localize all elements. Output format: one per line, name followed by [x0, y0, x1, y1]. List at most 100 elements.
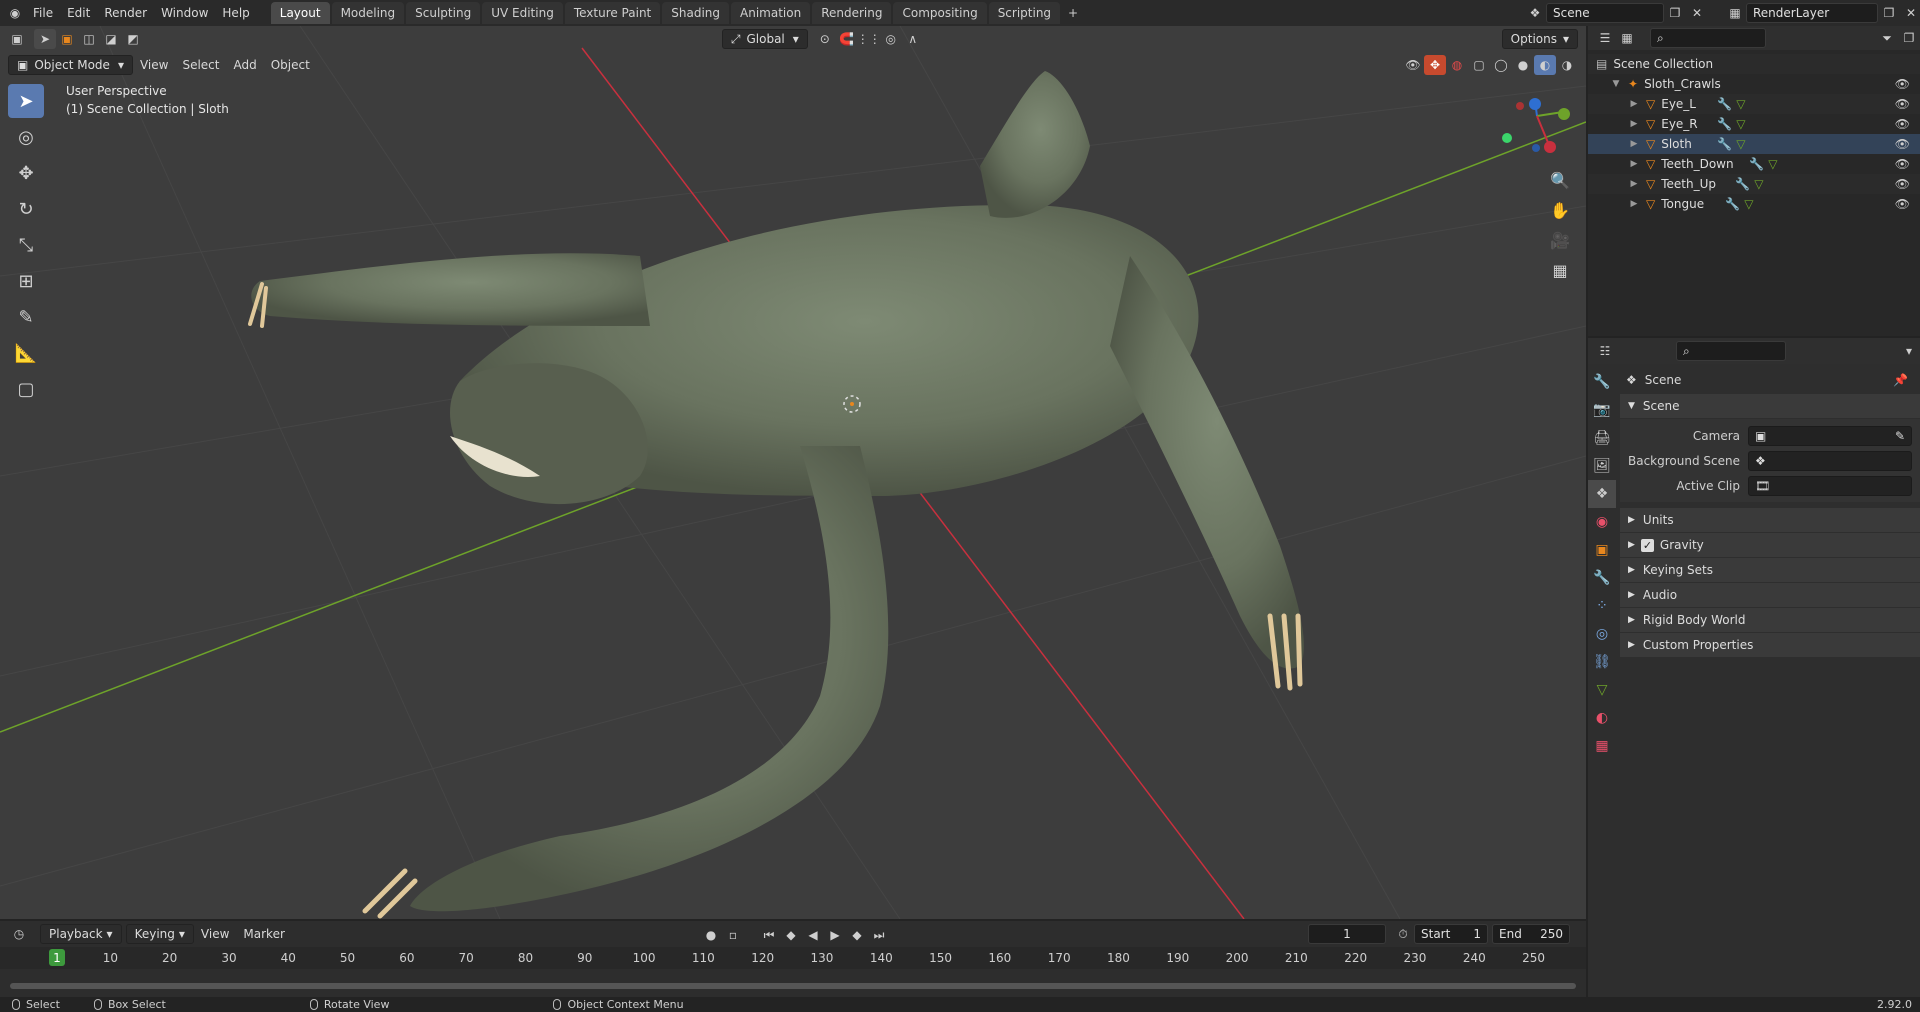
- add-workspace-button[interactable]: +: [1062, 3, 1084, 23]
- eye-icon[interactable]: 👁: [1895, 117, 1910, 131]
- new-collection-icon[interactable]: ❐: [1898, 28, 1920, 48]
- proportional-edit-icon[interactable]: ◎: [880, 29, 902, 49]
- gravity-checkbox[interactable]: ✓: [1640, 538, 1654, 552]
- particles-tab-icon[interactable]: ⁘: [1588, 592, 1616, 620]
- xray-icon[interactable]: ▢: [1468, 55, 1490, 75]
- view-layer-tab-icon[interactable]: 🖼: [1588, 452, 1616, 480]
- scene-selector-icon[interactable]: ❖: [1524, 3, 1546, 23]
- camera-view-icon[interactable]: 🎥: [1546, 226, 1574, 254]
- viewport-canvas[interactable]: [0, 26, 1586, 919]
- select-box-tool-icon[interactable]: ➤: [8, 84, 44, 118]
- move-tool-icon[interactable]: ✥: [8, 156, 44, 190]
- jump-keyframe-back-icon[interactable]: ◆: [780, 925, 802, 945]
- menu-select[interactable]: Select: [175, 52, 226, 78]
- tab-animation[interactable]: Animation: [731, 2, 811, 24]
- custom-properties-panel-header[interactable]: ▶ Custom Properties: [1620, 633, 1920, 657]
- outliner-item-sloth[interactable]: ▶ ▽ Sloth 🔧 ▽ 👁: [1588, 134, 1920, 154]
- pan-icon[interactable]: ✋: [1546, 196, 1574, 224]
- snap-target-icon[interactable]: ⋮⋮: [857, 29, 881, 49]
- solid-shading-icon[interactable]: ●: [1512, 55, 1534, 75]
- expand-arrow-icon[interactable]: ▼: [1610, 79, 1622, 89]
- outliner-editor-icon[interactable]: ☰: [1594, 28, 1616, 48]
- eye-icon[interactable]: 👁: [1895, 77, 1910, 91]
- outliner-item-tongue[interactable]: ▶ ▽ Tongue 🔧 ▽ 👁: [1588, 194, 1920, 214]
- measure-tool-icon[interactable]: 📐: [8, 336, 44, 370]
- perspective-toggle-icon[interactable]: ▦: [1546, 256, 1574, 284]
- camera-field[interactable]: ▣ ✎: [1748, 425, 1912, 446]
- tab-modeling[interactable]: Modeling: [331, 2, 405, 24]
- outliner-item-teeth-down[interactable]: ▶ ▽ Teeth_Down 🔧 ▽ 👁: [1588, 154, 1920, 174]
- menu-file[interactable]: File: [26, 0, 60, 26]
- snap-icon[interactable]: 🧲: [836, 29, 858, 49]
- visibility-icon[interactable]: 👁: [1402, 55, 1424, 75]
- active-clip-field[interactable]: 🎞: [1748, 475, 1912, 496]
- subtract-mode-icon[interactable]: ◪: [100, 29, 122, 49]
- start-frame-field[interactable]: Start 1: [1414, 924, 1488, 944]
- outliner-search-input[interactable]: ⌕: [1650, 28, 1766, 48]
- current-frame-field[interactable]: 1: [1308, 924, 1386, 944]
- data-tab-icon[interactable]: ▽: [1588, 676, 1616, 704]
- tool-tab-icon[interactable]: 🔧: [1588, 368, 1616, 396]
- timeline-editor-icon[interactable]: ◷: [8, 924, 30, 944]
- menu-add[interactable]: Add: [226, 52, 263, 78]
- cursor-tool-icon[interactable]: ◎: [8, 120, 44, 154]
- delete-layer-icon[interactable]: ✕: [1900, 3, 1920, 23]
- editor-type-icon[interactable]: ▣: [6, 29, 28, 49]
- mode-dropdown[interactable]: ▣ Object Mode ▾: [8, 55, 133, 75]
- constraints-tab-icon[interactable]: ⛓: [1588, 648, 1616, 676]
- outliner-item-teeth-up[interactable]: ▶ ▽ Teeth_Up 🔧 ▽ 👁: [1588, 174, 1920, 194]
- preview-range-icon[interactable]: ⏱: [1392, 924, 1414, 944]
- expand-arrow-icon[interactable]: ▶: [1628, 119, 1640, 129]
- properties-search-input[interactable]: ⌕: [1676, 341, 1786, 361]
- expand-arrow-icon[interactable]: ▶: [1628, 159, 1640, 169]
- orientation-dropdown[interactable]: ⤢ Global ▾: [721, 29, 808, 49]
- pin-icon[interactable]: 📌: [1893, 373, 1908, 387]
- options-dropdown[interactable]: Options ▾: [1501, 29, 1579, 49]
- end-frame-field[interactable]: End 250: [1492, 924, 1570, 944]
- tab-texture-paint[interactable]: Texture Paint: [564, 2, 661, 24]
- eye-icon[interactable]: 👁: [1895, 97, 1910, 111]
- keying-sets-panel-header[interactable]: ▶ Keying Sets: [1620, 558, 1920, 582]
- render-tab-icon[interactable]: 📷: [1588, 396, 1616, 424]
- tab-uv-editing[interactable]: UV Editing: [482, 2, 563, 24]
- delete-scene-icon[interactable]: ✕: [1686, 3, 1708, 23]
- annotate-tool-icon[interactable]: ✎: [8, 300, 44, 334]
- play-icon[interactable]: ▶: [824, 925, 846, 945]
- falloff-icon[interactable]: ∧: [902, 29, 924, 49]
- intersect-mode-icon[interactable]: ◩: [122, 29, 144, 49]
- keying-dropdown[interactable]: Keying ▾: [125, 924, 194, 944]
- 3d-viewport[interactable]: ▣ ➤ ▣ ◫ ◪ ◩ ⤢ Global ▾ ⊙ 🧲 ⋮⋮ ◎ ∧ Option…: [0, 26, 1586, 919]
- properties-editor-icon[interactable]: ☷: [1594, 341, 1616, 361]
- render-layer-icon[interactable]: ▦: [1724, 3, 1746, 23]
- tab-shading[interactable]: Shading: [662, 2, 729, 24]
- scene-field[interactable]: Scene: [1546, 3, 1664, 23]
- expand-arrow-icon[interactable]: ▶: [1628, 139, 1640, 149]
- filter-icon[interactable]: ⏷: [1876, 28, 1898, 48]
- auto-key-icon[interactable]: ▫: [722, 925, 744, 945]
- play-reverse-icon[interactable]: ◀: [802, 925, 824, 945]
- material-shading-icon[interactable]: ◐: [1534, 55, 1556, 75]
- options-chevron-icon[interactable]: ▾: [1898, 341, 1920, 361]
- display-mode-icon[interactable]: ▦: [1616, 28, 1638, 48]
- expand-arrow-icon[interactable]: ▶: [1628, 179, 1640, 189]
- rigid-body-world-panel-header[interactable]: ▶ Rigid Body World: [1620, 608, 1920, 632]
- eye-icon[interactable]: 👁: [1895, 157, 1910, 171]
- tab-compositing[interactable]: Compositing: [893, 2, 987, 24]
- eye-icon[interactable]: 👁: [1895, 137, 1910, 151]
- select-mode-icon[interactable]: ➤: [34, 29, 56, 49]
- eye-icon[interactable]: 👁: [1895, 177, 1910, 191]
- audio-panel-header[interactable]: ▶ Audio: [1620, 583, 1920, 607]
- jump-keyframe-forward-icon[interactable]: ◆: [846, 925, 868, 945]
- extend-mode-icon[interactable]: ◫: [78, 29, 100, 49]
- object-tab-icon[interactable]: ▣: [1588, 536, 1616, 564]
- expand-arrow-icon[interactable]: ▶: [1628, 199, 1640, 209]
- rotate-tool-icon[interactable]: ↻: [8, 192, 44, 226]
- timeline-menu-view[interactable]: View: [194, 921, 236, 947]
- world-tab-icon[interactable]: ◉: [1588, 508, 1616, 536]
- scale-tool-icon[interactable]: ⤡: [8, 228, 44, 262]
- menu-help[interactable]: Help: [215, 0, 256, 26]
- jump-end-icon[interactable]: ⏭: [868, 925, 890, 945]
- jump-start-icon[interactable]: ⏮: [758, 925, 780, 945]
- modifier-tab-icon[interactable]: 🔧: [1588, 564, 1616, 592]
- playback-dropdown[interactable]: Playback ▾: [40, 924, 122, 944]
